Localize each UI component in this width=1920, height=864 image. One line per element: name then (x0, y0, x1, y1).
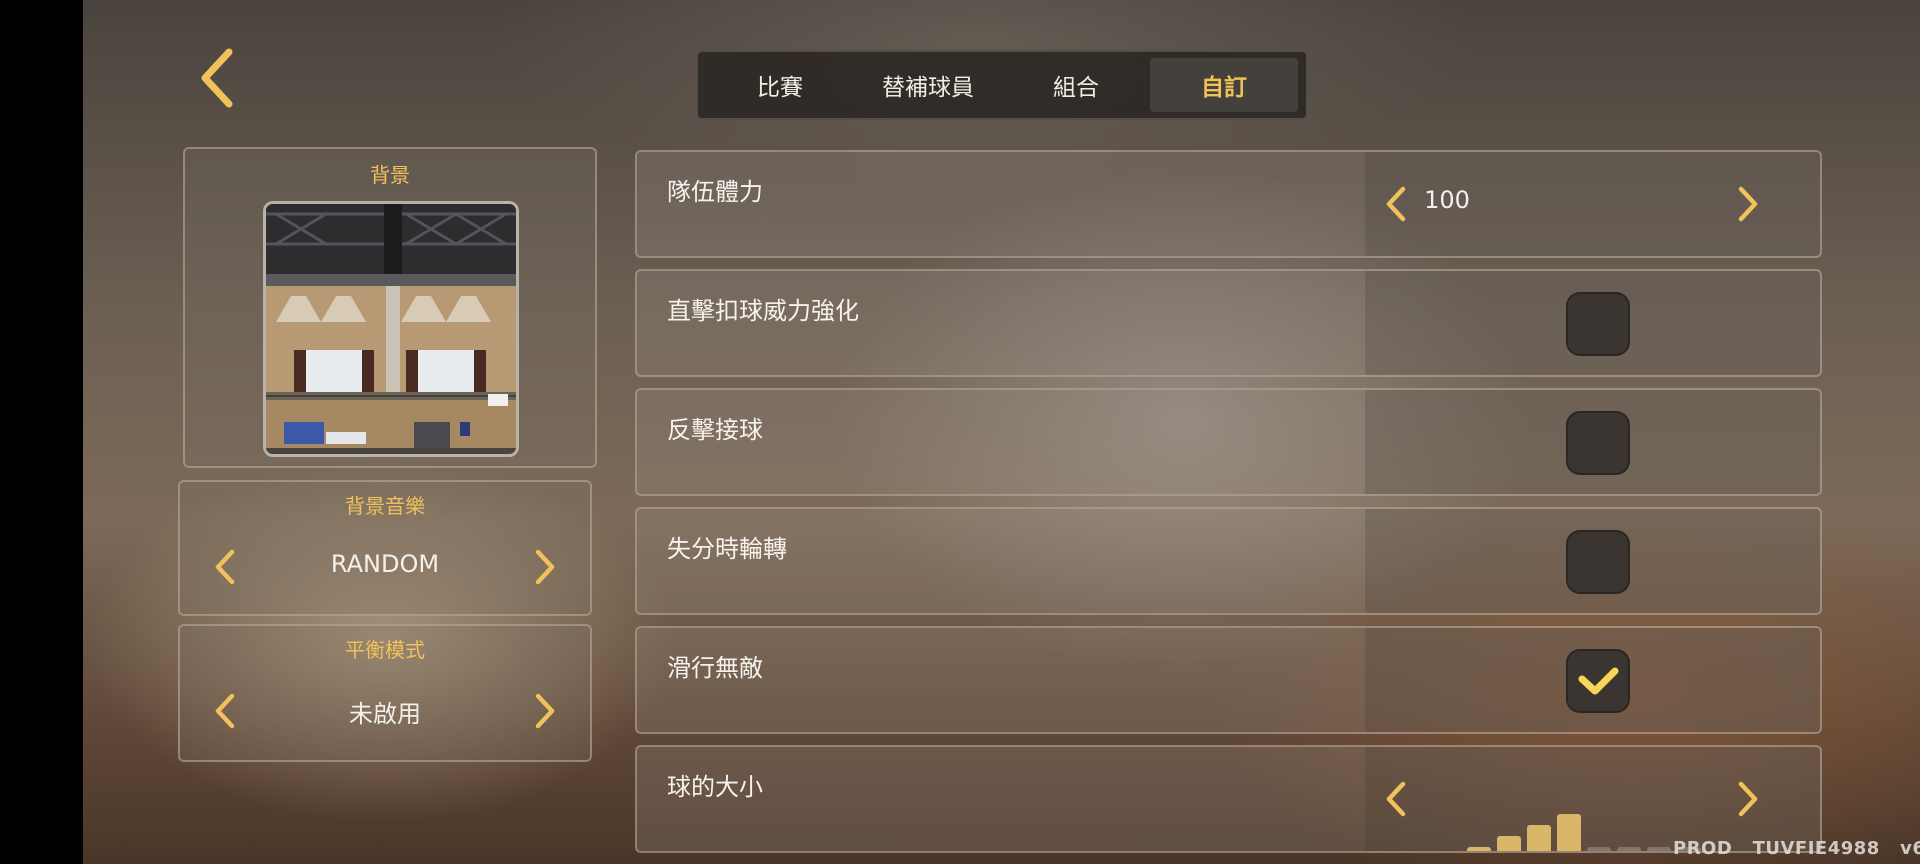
rotate-on-loss-checkbox[interactable] (1566, 530, 1630, 594)
ball-size-level-bar (1617, 847, 1641, 851)
tab-bar: 比賽 替補球員 組合 自訂 (696, 50, 1308, 120)
ball-size-level-bar (1527, 825, 1551, 851)
ball-size-level-bar (1587, 847, 1611, 851)
build-code: TUVFIE4988 (1752, 838, 1880, 859)
gym-image (266, 204, 516, 454)
bgm-selector: RANDOM (180, 542, 590, 592)
background-thumbnail[interactable] (263, 201, 519, 457)
spike-boost-checkbox[interactable] (1566, 292, 1630, 356)
setting-label: 滑行無敵 (667, 654, 763, 682)
ball-size-level-bar (1497, 836, 1521, 851)
stamina-next-button[interactable] (1723, 179, 1773, 229)
tab-combination[interactable]: 組合 (1002, 58, 1150, 112)
ball-size-prev-button[interactable] (1371, 774, 1421, 824)
tab-custom[interactable]: 自訂 (1150, 58, 1298, 112)
balance-mode-value: 未啟用 (349, 700, 421, 728)
tab-match[interactable]: 比賽 (706, 58, 854, 112)
back-button[interactable] (193, 44, 243, 114)
ball-size-level-bar (1557, 814, 1581, 851)
setting-row-counter-receive: 反擊接球 (635, 388, 1822, 496)
balance-mode-next-button[interactable] (520, 686, 570, 736)
setting-row-spike-boost: 直擊扣球威力強化 (635, 269, 1822, 377)
setting-row-rotate-on-loss: 失分時輪轉 (635, 507, 1822, 615)
setting-label: 隊伍體力 (667, 178, 763, 206)
bgm-panel: 背景音樂 RANDOM (178, 480, 592, 616)
balance-mode-selector: 未啟用 (180, 686, 590, 736)
bgm-value: RANDOM (330, 550, 440, 578)
check-icon (1578, 667, 1619, 695)
setting-label: 失分時輪轉 (667, 535, 787, 563)
setting-row-team-stamina: 隊伍體力 100 (635, 150, 1822, 258)
background-panel: 背景 (183, 147, 597, 468)
setting-label: 球的大小 (667, 773, 763, 801)
chevron-left-icon (201, 48, 233, 108)
stamina-value: 100 (1424, 186, 1470, 214)
tab-substitutes[interactable]: 替補球員 (854, 58, 1002, 112)
bgm-title: 背景音樂 (345, 494, 425, 518)
setting-label: 直擊扣球威力強化 (667, 297, 859, 325)
chevron-right-icon (535, 693, 555, 729)
bgm-next-button[interactable] (520, 542, 570, 592)
build-env: PROD (1673, 838, 1733, 859)
balance-mode-panel: 平衡模式 未啟用 (178, 624, 592, 762)
background-title: 背景 (370, 163, 410, 187)
build-version: v6.3.309 (1900, 838, 1920, 859)
ball-size-level-bar (1467, 847, 1491, 851)
chevron-right-icon (1738, 781, 1758, 817)
chevron-right-icon (535, 549, 555, 585)
chevron-left-icon (1386, 781, 1406, 817)
build-info: PROD TUVFIE4988 v6.3.309 (1673, 838, 1920, 859)
setting-row-ball-size: 球的大小 (635, 745, 1822, 853)
chevron-right-icon (1738, 186, 1758, 222)
counter-receive-checkbox[interactable] (1566, 411, 1630, 475)
setting-label: 反擊接球 (667, 416, 763, 444)
ball-size-next-button[interactable] (1723, 774, 1773, 824)
setting-row-slide-invincible: 滑行無敵 (635, 626, 1822, 734)
ball-size-level-bar (1647, 847, 1671, 851)
slide-invincible-checkbox[interactable] (1566, 649, 1630, 713)
settings-screen: 比賽 替補球員 組合 自訂 背景 背景音樂 RANDOM 平衡模式 未啟用 隊伍… (83, 0, 1920, 864)
balance-mode-title: 平衡模式 (345, 638, 425, 662)
